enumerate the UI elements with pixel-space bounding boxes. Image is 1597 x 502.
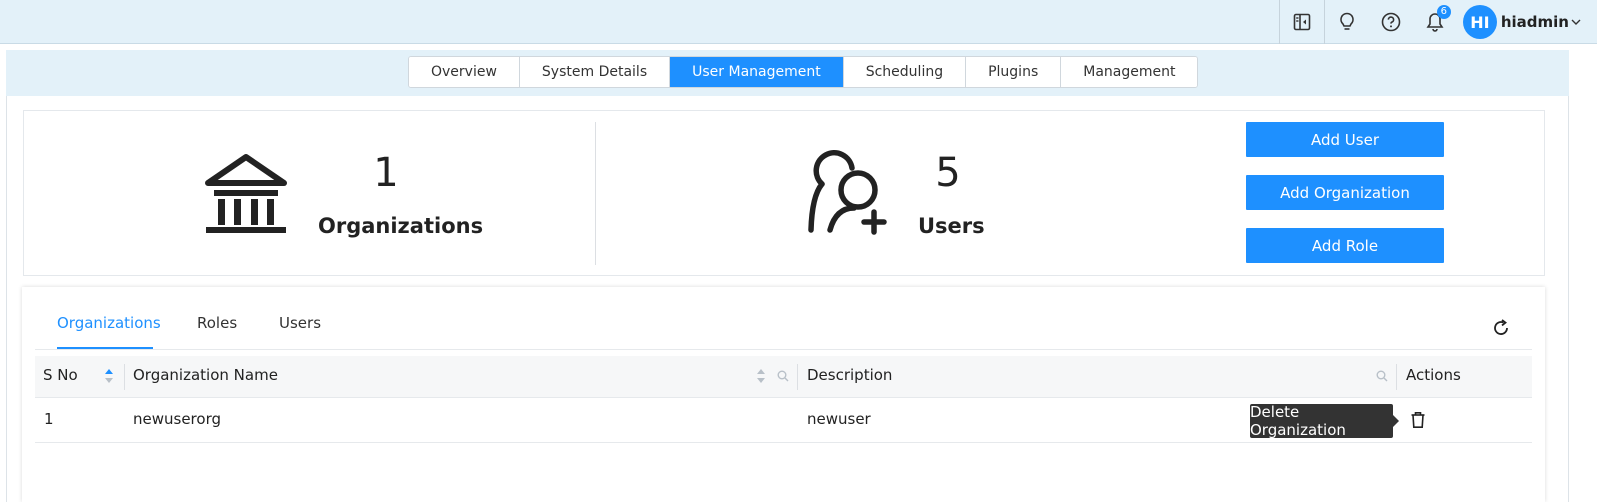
lightbulb-icon xyxy=(1340,12,1354,30)
add-user-button[interactable]: Add User xyxy=(1246,122,1444,157)
add-organization-button[interactable]: Add Organization xyxy=(1246,175,1444,210)
chevron-down-icon xyxy=(1571,19,1581,25)
panel-toggle-button[interactable] xyxy=(1280,0,1324,44)
tips-button[interactable] xyxy=(1325,0,1369,44)
top-bar-actions: 6 HI hiadmin xyxy=(1278,0,1597,44)
tab-overview[interactable]: Overview xyxy=(409,57,520,87)
column-separator xyxy=(124,364,125,390)
panel-icon xyxy=(1293,13,1311,31)
tab-system-details[interactable]: System Details xyxy=(519,57,671,87)
search-icon[interactable] xyxy=(777,370,789,382)
sub-tab-baseline xyxy=(35,349,1532,350)
column-header-description: Description xyxy=(807,366,893,384)
help-icon xyxy=(1381,12,1401,32)
organizations-count: 1 xyxy=(373,150,399,196)
delete-organization-tooltip: Delete Organization xyxy=(1250,403,1393,439)
top-bar: 6 HI hiadmin xyxy=(0,0,1597,44)
add-role-button[interactable]: Add Role xyxy=(1246,228,1444,263)
tab-plugins[interactable]: Plugins xyxy=(966,57,1062,87)
tab-organizations[interactable]: Organizations xyxy=(57,314,161,332)
search-icon[interactable] xyxy=(1376,370,1388,382)
users-label: Users xyxy=(918,214,985,238)
column-separator xyxy=(797,364,798,390)
add-user-icon xyxy=(808,150,887,235)
divider xyxy=(595,122,596,265)
column-header-organization-name: Organization Name xyxy=(133,366,278,384)
organizations-label: Organizations xyxy=(318,214,484,238)
tooltip-arrow xyxy=(1393,415,1399,427)
cell-sno: 1 xyxy=(44,410,54,428)
cell-description: newuser xyxy=(807,410,871,428)
tab-users[interactable]: Users xyxy=(279,314,321,332)
sort-icon[interactable] xyxy=(756,368,766,384)
users-count: 5 xyxy=(935,150,961,196)
bank-icon xyxy=(205,154,287,233)
notification-badge: 6 xyxy=(1436,5,1451,19)
tab-scheduling[interactable]: Scheduling xyxy=(843,57,967,87)
tab-user-management[interactable]: User Management xyxy=(670,57,844,87)
user-name: hiadmin xyxy=(1500,13,1569,31)
tab-management[interactable]: Management xyxy=(1061,57,1198,87)
column-header-actions: Actions xyxy=(1406,366,1461,384)
help-button[interactable] xyxy=(1369,0,1413,44)
notifications-button[interactable]: 6 xyxy=(1413,0,1457,44)
cell-organization-name: newuserorg xyxy=(133,410,221,428)
refresh-icon[interactable] xyxy=(1491,318,1511,338)
user-menu[interactable]: HI hiadmin xyxy=(1457,0,1597,44)
column-header-sno: S No xyxy=(43,366,78,384)
main-tabs: Overview System Details User Management … xyxy=(408,56,1199,88)
active-tab-indicator xyxy=(57,347,153,349)
trash-icon[interactable] xyxy=(1410,411,1426,429)
sort-icon[interactable] xyxy=(104,368,114,384)
avatar: HI xyxy=(1462,5,1497,39)
tab-roles[interactable]: Roles xyxy=(197,314,237,332)
column-separator xyxy=(1396,364,1397,390)
